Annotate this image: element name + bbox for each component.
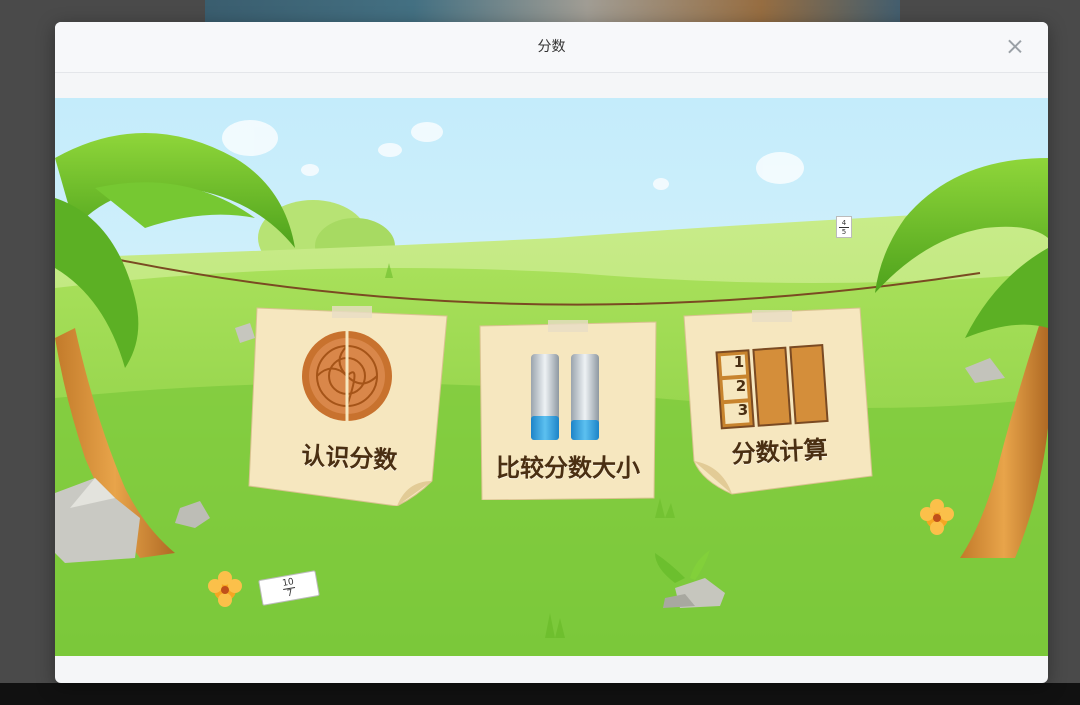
fraction-sign-denominator: 7 bbox=[286, 587, 294, 599]
background-app-banner bbox=[205, 0, 900, 22]
card-recognize-fractions[interactable]: 认识分数 bbox=[247, 306, 452, 506]
tile-number-2: 2 bbox=[735, 377, 747, 395]
close-icon[interactable] bbox=[1004, 36, 1026, 58]
background-bottom-bar bbox=[0, 683, 1080, 705]
dialog-title: 分数 bbox=[537, 39, 566, 55]
card-compare-fractions[interactable]: 比较分数大小 bbox=[478, 320, 658, 500]
card-fraction-calculation[interactable]: 1 2 3 分数计算 bbox=[682, 306, 877, 496]
fraction-tag-small: 4 5 bbox=[836, 216, 852, 238]
card-label: 比较分数大小 bbox=[496, 454, 640, 482]
fraction-small-numerator: 4 bbox=[841, 218, 847, 227]
tile-number-3: 3 bbox=[737, 401, 749, 419]
fraction-dialog: 分数 4 5 10 7 认识分数 比较分数大小 1 2 3 分数计算 bbox=[55, 22, 1048, 683]
fraction-small-denominator: 5 bbox=[841, 227, 847, 236]
game-stage: 4 5 10 7 认识分数 比较分数大小 1 2 3 分数计算 bbox=[55, 98, 1048, 656]
tile-number-1: 1 bbox=[733, 353, 745, 371]
dialog-header: 分数 bbox=[55, 22, 1048, 73]
